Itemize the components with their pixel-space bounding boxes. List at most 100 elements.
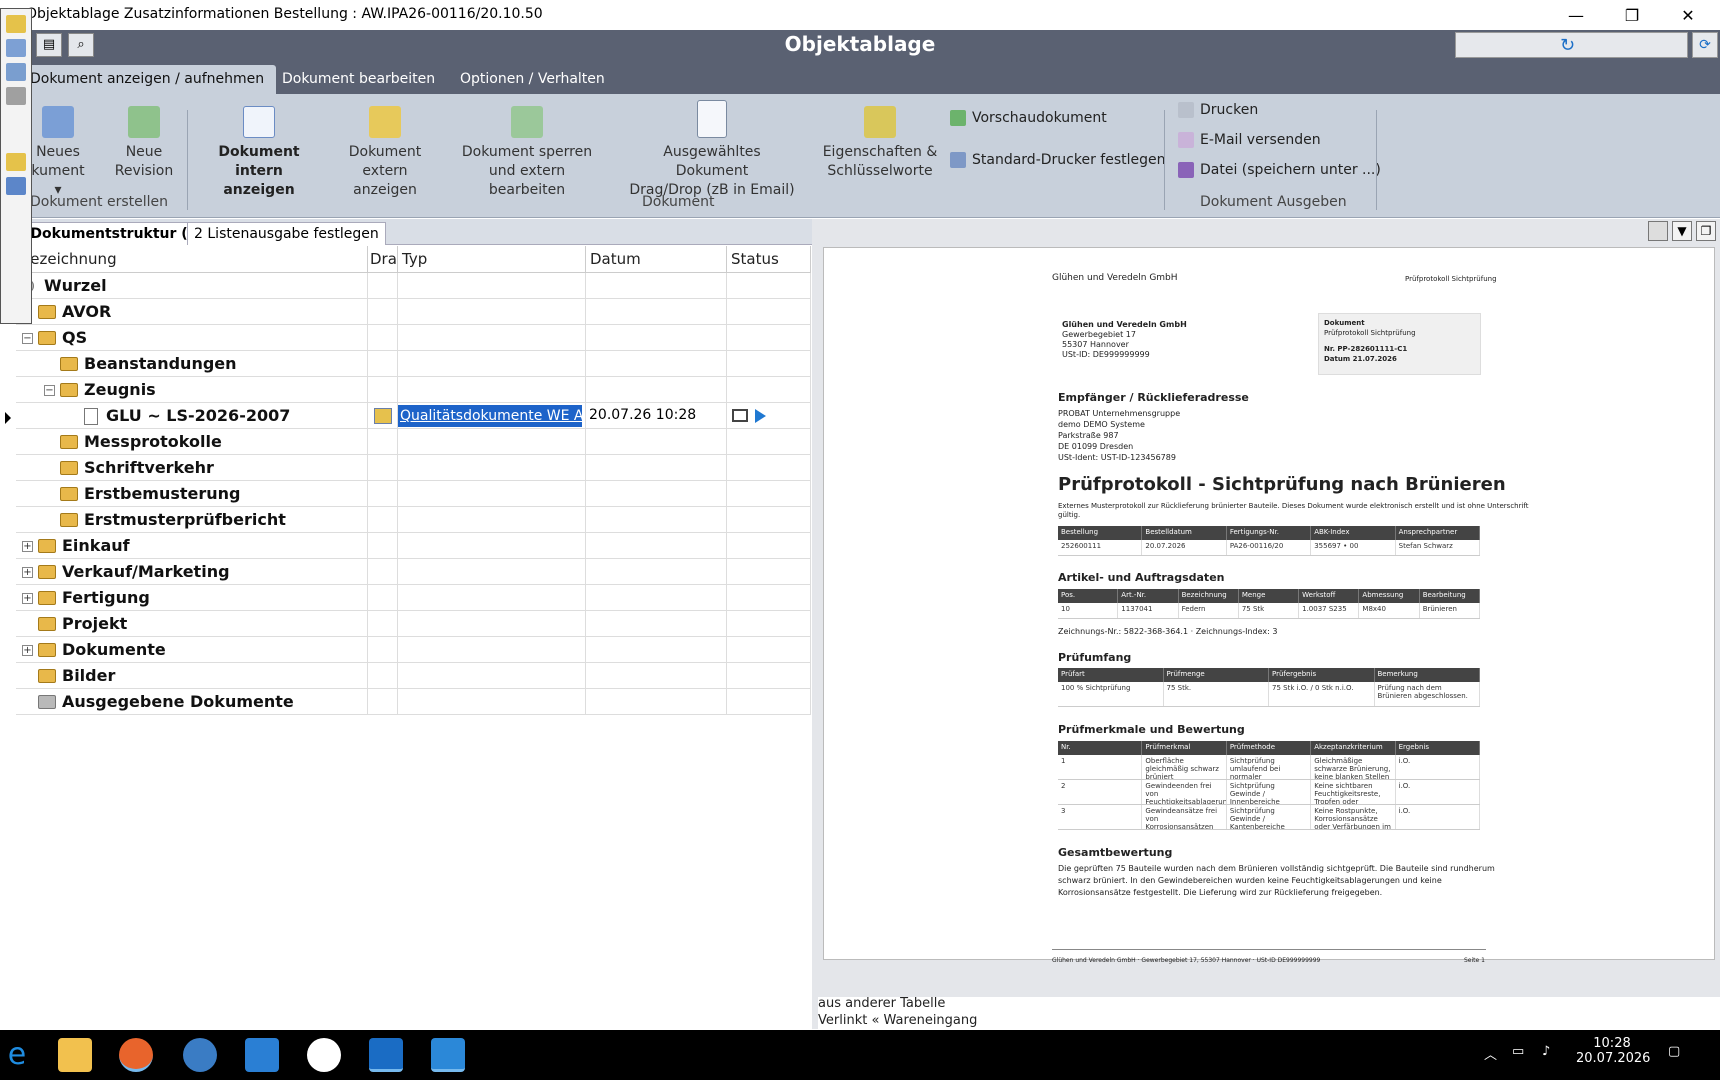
firefox-icon[interactable] [119,1038,153,1072]
archive-icon[interactable] [6,87,26,105]
pin-icon[interactable] [1648,221,1668,241]
tree-node-label[interactable]: Ausgegebene Dokumente [62,692,294,711]
expand-icon[interactable]: + [22,567,33,578]
edge-icon[interactable]: e [0,1038,34,1072]
side-toolbar [0,8,32,324]
structure-icon[interactable] [6,177,26,195]
tree-row[interactable]: Schriftverkehr [16,455,811,481]
drag-document-icon[interactable] [374,408,392,424]
tree-node-label[interactable]: Bilder [62,666,115,685]
tree-node-label[interactable]: AVOR [62,302,111,321]
app-icon[interactable] [183,1038,217,1072]
chart-icon[interactable] [6,39,26,57]
tree-node-label[interactable]: Messprotokolle [84,432,222,451]
teamviewer-icon[interactable] [307,1038,341,1072]
tree-node-label[interactable]: QS [62,328,87,347]
chevron-up-icon[interactable]: ︿ [1484,1044,1497,1063]
tree-node-label[interactable]: GLU ~ LS-2026-2007 [106,406,290,425]
document-type-link[interactable]: Qualitätsdokumente WE Au [398,405,582,427]
collapse-icon[interactable]: − [22,333,33,344]
close-button[interactable]: ✕ [1660,0,1716,30]
tree-row[interactable]: Wurzel [16,273,811,299]
status-play-icon[interactable] [755,409,766,423]
tree-row[interactable]: Bilder [16,663,811,689]
window-restore-icon[interactable]: ❐ [1696,221,1716,241]
tree-node-label[interactable]: Wurzel [44,276,107,295]
drucken-button[interactable]: Drucken [1178,102,1258,118]
collapse-icon[interactable]: − [44,385,55,396]
tree-row[interactable]: Erstmusterprüfbericht [16,507,811,533]
expand-icon[interactable]: + [22,645,33,656]
doc-table-cell: 100 % Sichtprüfung [1058,682,1164,706]
eigenschaften-button[interactable]: Eigenschaften & Schlüsselworte [820,106,940,181]
column-datum[interactable]: Datum [586,246,727,273]
active-app-icon[interactable] [431,1038,465,1072]
refresh-icon[interactable]: ↻ [1560,35,1575,56]
folder-icon [60,461,78,475]
tree-row[interactable]: + Einkauf [16,533,811,559]
tree-row[interactable]: AVOR [16,299,811,325]
network-icon[interactable]: ▭ [1512,1044,1524,1059]
column-status[interactable]: Status [727,246,811,273]
tree-node-label[interactable]: Erstmusterprüfbericht [84,510,286,529]
volume-icon[interactable]: ♪ [1542,1044,1550,1059]
dropdown-icon[interactable]: ▼ [1672,221,1692,241]
expand-icon[interactable]: + [22,541,33,552]
tree-node-label[interactable]: Fertigung [62,588,150,607]
email-versenden-button[interactable]: E-Mail versenden [1178,132,1321,148]
column-dra[interactable]: Dra [368,246,398,273]
tree-node-label[interactable]: Beanstandungen [84,354,237,373]
settings-icon[interactable]: ⟳ [1692,32,1718,58]
outlook-icon[interactable] [369,1038,403,1072]
tree-node-label[interactable]: Einkauf [62,536,130,555]
expand-icon[interactable]: + [22,593,33,604]
tree-node-label[interactable]: Dokumente [62,640,166,659]
restore-button[interactable]: ❐ [1604,0,1660,30]
datei-speichern-button[interactable]: Datei (speichern unter ...) [1178,162,1381,178]
minimize-button[interactable]: — [1548,0,1604,30]
info-link[interactable]: Verlinkt « Wareneingang [818,1013,977,1028]
column-typ[interactable]: Typ [398,246,586,273]
vscode-icon[interactable] [245,1038,279,1072]
tree-row[interactable]: Messprotokolle [16,429,811,455]
dokument-sperren-button[interactable]: Dokument sperren und extern bearbeiten [452,106,602,200]
properties-small-icon[interactable] [6,153,26,171]
tree-row[interactable]: − QS [16,325,811,351]
dokument-extern-anzeigen-button[interactable]: Dokument extern anzeigen [330,106,440,200]
tree-node-label[interactable]: Verkauf/Marketing [62,562,230,581]
tree-cell [727,533,811,559]
pen-icon[interactable] [6,63,26,81]
notification-icon[interactable]: ▢ [1668,1044,1680,1059]
tree-row[interactable]: Projekt [16,611,811,637]
tab-dokument-anzeigen[interactable]: Dokument anzeigen / aufnehmen [18,65,277,94]
tree-node-label[interactable]: Zeugnis [84,380,156,399]
tree-row[interactable]: − Zeugnis [16,377,811,403]
drag-drop-button[interactable]: Ausgewähltes Dokument Drag/Drop (zB in E… [626,100,798,200]
vorschaudokument-button[interactable]: Vorschaudokument [950,110,1107,126]
tab-optionen-verhalten[interactable]: Optionen / Verhalten [448,65,617,94]
tree-row[interactable]: Beanstandungen [16,351,811,377]
clock[interactable]: 10:28 20.07.2026 [1576,1036,1650,1066]
tree-row[interactable]: + Verkauf/Marketing [16,559,811,585]
note-icon[interactable] [6,15,26,33]
tree-row[interactable]: Ausgegebene Dokumente [16,689,811,715]
tree-row[interactable]: + Fertigung [16,585,811,611]
doc-table-cell: 2 [1058,780,1143,804]
neue-revision-button[interactable]: Neue Revision [112,106,176,181]
tree-node-label[interactable]: Projekt [62,614,127,633]
column-bezeichnung[interactable]: Bezeichnung [16,246,368,273]
tree-node-label[interactable]: Erstbemusterung [84,484,241,503]
dokument-intern-anzeigen-button[interactable]: Dokument intern anzeigen [198,106,320,200]
tab-listenausgabe[interactable]: 2 Listenausgabe festlegen [187,222,386,245]
tree-row[interactable]: GLU ~ LS-2026-2007 Qualitätsdokumente WE … [16,403,811,429]
refresh-field[interactable]: ↻ [1455,32,1688,58]
tree-node-label[interactable]: Schriftverkehr [84,458,214,477]
tree-row[interactable]: Erstbemusterung [16,481,811,507]
tab-dokument-bearbeiten[interactable]: Dokument bearbeiten [270,65,447,94]
status-printer-icon[interactable] [732,409,748,422]
tree-row[interactable]: + Dokumente [16,637,811,663]
tab-dokumentstruktur[interactable]: 1 Dokumentstruktur (3) [10,222,211,245]
neues-dokument-button[interactable]: Neues kument ▾ [26,106,90,200]
standard-drucker-button[interactable]: Standard-Drucker festlegen [950,152,1165,168]
file-explorer-icon[interactable] [58,1038,92,1072]
